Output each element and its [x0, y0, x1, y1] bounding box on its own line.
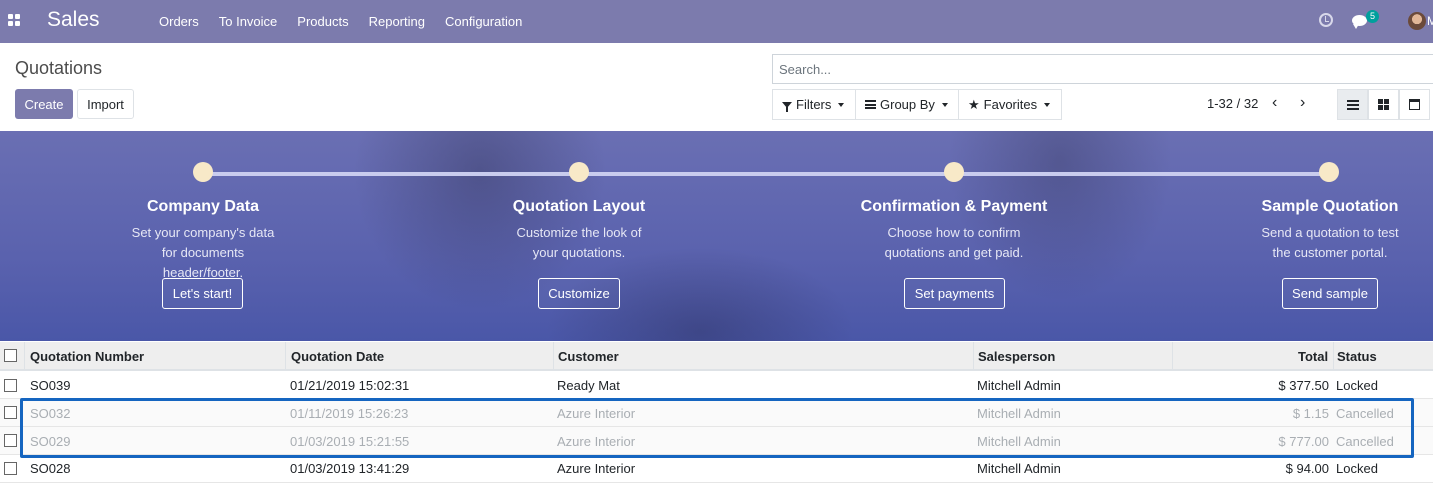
cell-status: Locked	[1336, 461, 1378, 476]
filters-button[interactable]: Filters	[772, 89, 856, 120]
select-all-checkbox[interactable]	[4, 349, 17, 362]
row-checkbox[interactable]	[4, 379, 17, 392]
header-quotation-number[interactable]: Quotation Number	[30, 349, 144, 364]
step-dot-quotation-layout	[569, 162, 589, 182]
menu-item-orders[interactable]: Orders	[149, 14, 209, 29]
step-title: Company Data	[146, 198, 260, 215]
cell-total: $ 377.50	[1278, 378, 1329, 393]
cell-status: Locked	[1336, 378, 1378, 393]
cell-quotation-date: 01/03/2019 13:41:29	[290, 461, 410, 476]
set-payments-button[interactable]: Set payments	[904, 278, 1005, 309]
column-divider	[1172, 342, 1173, 371]
cell-customer: Ready Mat	[557, 378, 620, 393]
list-view-icon	[1346, 99, 1359, 110]
step-dot-sample-quotation	[1319, 162, 1339, 182]
user-name-truncated[interactable]: M	[1427, 14, 1433, 28]
cell-salesperson: Mitchell Admin	[977, 378, 1061, 393]
avatar[interactable]	[1408, 12, 1426, 30]
header-customer[interactable]: Customer	[558, 349, 619, 364]
calendar-view-button[interactable]	[1399, 89, 1430, 120]
clock-icon[interactable]	[1319, 13, 1333, 27]
calendar-view-icon	[1409, 99, 1420, 110]
apps-icon[interactable]	[8, 14, 22, 28]
column-divider	[24, 342, 25, 371]
pager-value[interactable]: 1-32 / 32	[1207, 96, 1258, 111]
page-title: Quotations	[15, 58, 103, 78]
filters-label: Filters	[796, 97, 832, 112]
favorites-button[interactable]: ★ Favorites	[958, 89, 1062, 120]
main-menu: Orders To Invoice Products Reporting Con…	[149, 0, 532, 43]
kanban-view-button[interactable]	[1368, 89, 1399, 120]
step-title: Confirmation & Payment	[860, 198, 1048, 215]
header-total[interactable]: Total	[1298, 349, 1328, 364]
create-button[interactable]: Create	[15, 89, 73, 119]
cell-quotation-date: 01/21/2019 15:02:31	[290, 378, 410, 393]
menu-item-to-invoice[interactable]: To Invoice	[209, 14, 288, 29]
cell-customer: Azure Interior	[557, 461, 636, 476]
funnel-icon	[782, 101, 792, 112]
caret-down-icon	[1044, 102, 1051, 107]
table-row[interactable]: SO039 01/21/2019 15:02:31 Ready Mat Mitc…	[0, 371, 1433, 399]
kanban-view-icon	[1378, 99, 1389, 110]
header-status[interactable]: Status	[1337, 349, 1377, 364]
cell-quotation-number: SO039	[30, 378, 71, 393]
step-dot-company-data	[193, 162, 213, 182]
step-description: Choose how to confirm quotations and get…	[884, 225, 1024, 260]
step-description: Send a quotation to test the customer po…	[1261, 225, 1399, 260]
onboarding-banner: Company Data Set your company's data for…	[0, 131, 1433, 341]
cell-quotation-number: SO028	[30, 461, 71, 476]
row-checkbox[interactable]	[4, 462, 17, 475]
group-by-button[interactable]: Group By	[855, 89, 959, 120]
column-divider	[553, 342, 554, 371]
chevron-right-icon[interactable]: ›	[1300, 94, 1305, 112]
menu-item-reporting[interactable]: Reporting	[359, 14, 435, 29]
column-divider	[973, 342, 974, 371]
bars-icon	[865, 100, 876, 109]
step-dot-confirmation-payment	[944, 162, 964, 182]
app-name[interactable]: Sales	[47, 8, 100, 32]
top-navbar: Sales Orders To Invoice Products Reporti…	[0, 0, 1433, 43]
star-icon: ★	[968, 97, 980, 112]
chevron-left-icon[interactable]: ‹	[1272, 94, 1277, 112]
onboarding-progress-line	[203, 172, 1330, 176]
header-salesperson[interactable]: Salesperson	[978, 349, 1055, 364]
table-row[interactable]: SO028 01/03/2019 13:41:29 Azure Interior…	[0, 455, 1433, 483]
table-header: Quotation Number Quotation Date Customer…	[0, 342, 1433, 371]
step-description: Customize the look of your quotations.	[516, 225, 642, 260]
menu-item-products[interactable]: Products	[287, 14, 358, 29]
row-checkbox[interactable]	[4, 406, 17, 419]
caret-down-icon	[941, 102, 948, 107]
lets-start-button[interactable]: Let's start!	[162, 278, 243, 309]
customize-button[interactable]: Customize	[538, 278, 620, 309]
chat-icon[interactable]	[1352, 15, 1367, 29]
chat-count-badge: 5	[1366, 10, 1380, 23]
step-title: Sample Quotation	[1261, 198, 1399, 215]
favorites-label: Favorites	[983, 97, 1038, 112]
search-input[interactable]	[772, 54, 1433, 84]
caret-down-icon	[838, 102, 845, 107]
step-title: Quotation Layout	[512, 198, 646, 215]
column-divider	[1333, 342, 1334, 371]
header-quotation-date[interactable]: Quotation Date	[291, 349, 384, 364]
menu-item-configuration[interactable]: Configuration	[435, 14, 532, 29]
step-description: Set your company's data for documents he…	[131, 225, 275, 280]
cell-total: $ 94.00	[1285, 461, 1329, 476]
highlight-box-cancelled-rows	[20, 398, 1414, 458]
import-button[interactable]: Import	[77, 89, 134, 119]
cell-salesperson: Mitchell Admin	[977, 461, 1061, 476]
column-divider	[285, 342, 286, 371]
list-view-button[interactable]	[1337, 89, 1368, 120]
send-sample-button[interactable]: Send sample	[1282, 278, 1378, 309]
group-by-label: Group By	[880, 97, 935, 112]
row-checkbox[interactable]	[4, 434, 17, 447]
